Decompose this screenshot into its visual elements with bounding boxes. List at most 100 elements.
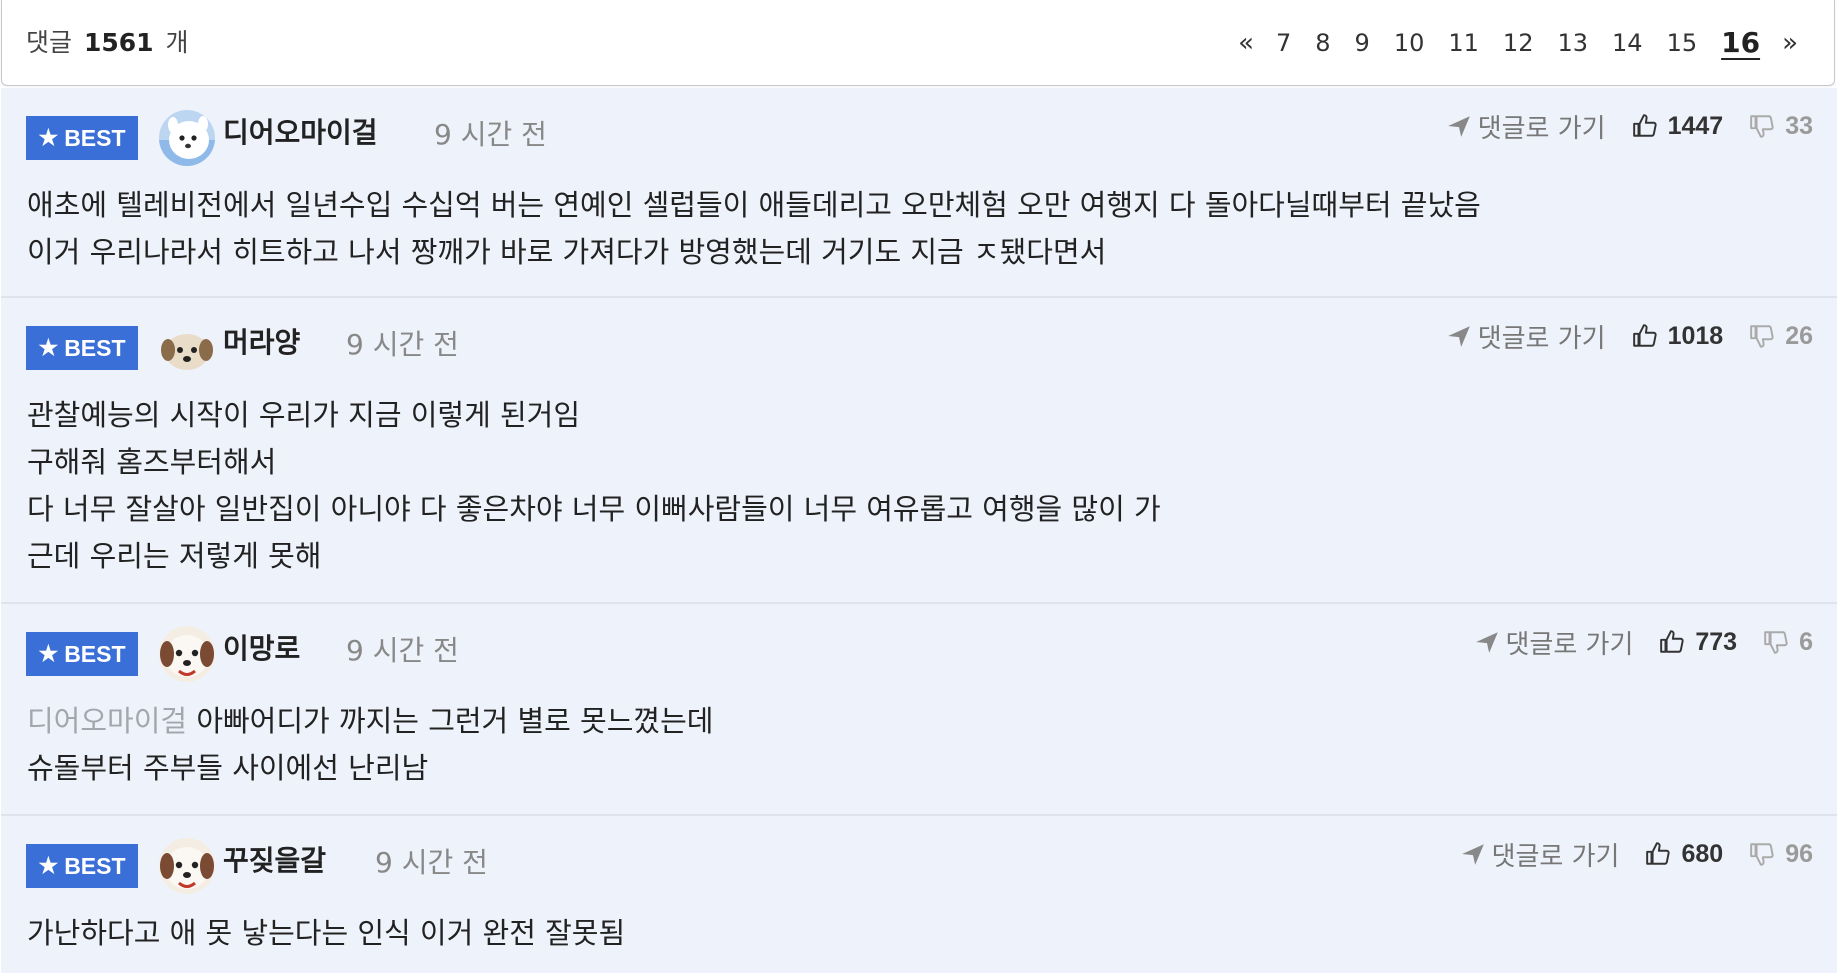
- best-badge-label: BEST: [64, 640, 126, 667]
- comment-text-line: 가난하다고 애 못 낳는다는 인식 이거 완전 잘못됨: [27, 916, 626, 950]
- thumbs-up-icon: [1632, 324, 1657, 347]
- star-icon: ★: [38, 641, 59, 666]
- comment-body: 관찰예능의 시작이 우리가 지금 이렇게 된거임 구해줘 홈즈부터해서 다 너무…: [27, 392, 1811, 580]
- comments-header: 댓글 1561 개 « 7 8 9 10 11 12 13 14 15 16 »: [1, 0, 1835, 86]
- comment-actions: 댓글로 가기 1018 26: [1446, 318, 1813, 354]
- page-12-link[interactable]: 12: [1491, 25, 1546, 61]
- avatar[interactable]: [159, 838, 215, 894]
- thumbs-up-icon: [1660, 630, 1684, 653]
- comment-text-line: 애초에 텔레비전에서 일년수입 수십억 버는 연예인 셀럽들이 애들데리고 오만…: [27, 188, 1481, 222]
- avatar[interactable]: [159, 320, 215, 376]
- avatar[interactable]: [159, 626, 215, 682]
- best-badge-label: BEST: [64, 124, 126, 151]
- send-arrow-icon: [1447, 116, 1470, 137]
- dislike-count: 33: [1785, 111, 1813, 140]
- comment-timestamp: 9 시간 전: [346, 328, 459, 361]
- puppy-avatar-icon: [159, 320, 215, 376]
- best-badge: ★ BEST: [26, 116, 138, 160]
- comment-text-line: 관찰예능의 시작이 우리가 지금 이렇게 된거임: [27, 398, 581, 432]
- like-count: 1447: [1667, 111, 1724, 140]
- pagination-prev-button[interactable]: «: [1228, 25, 1264, 61]
- comment-nickname[interactable]: 머라양: [223, 325, 300, 361]
- goto-comment-link[interactable]: 댓글로 가기: [1460, 836, 1620, 873]
- dislike-count: 6: [1799, 627, 1813, 656]
- page-16-current[interactable]: 16: [1709, 25, 1772, 61]
- comment-text-line: 근데 우리는 저렇게 못해: [27, 539, 322, 573]
- page-9-link[interactable]: 9: [1343, 25, 1382, 61]
- comment-body: 애초에 텔레비전에서 일년수입 수십억 버는 연예인 셀럽들이 애들데리고 오만…: [27, 182, 1811, 276]
- thumbs-up-icon: [1632, 114, 1657, 137]
- page-15-link[interactable]: 15: [1655, 25, 1710, 61]
- like-button[interactable]: 773: [1659, 628, 1737, 657]
- goto-comment-label: 댓글로 가기: [1491, 841, 1620, 872]
- thumbs-down-icon: [1750, 325, 1774, 348]
- send-arrow-icon: [1447, 326, 1470, 347]
- best-badge: ★ BEST: [26, 326, 138, 370]
- like-count: 773: [1695, 627, 1738, 656]
- dislike-count: 26: [1785, 321, 1813, 350]
- page-7-link[interactable]: 7: [1264, 25, 1303, 61]
- white-dog-avatar-icon: [159, 110, 215, 166]
- comment-body: 가난하다고 애 못 낳는다는 인식 이거 완전 잘못됨: [27, 910, 1811, 957]
- comment-nickname[interactable]: 꾸짖을갈: [223, 843, 326, 879]
- comment-item: ★ BEST 이망로 9 시간 전 댓글로 가기 773 6 디어오마이걸 아빠…: [1, 604, 1837, 816]
- avatar[interactable]: [159, 110, 215, 166]
- dislike-button[interactable]: 6: [1763, 628, 1813, 657]
- like-button[interactable]: 680: [1645, 840, 1723, 869]
- pagination-next-button[interactable]: »: [1772, 25, 1808, 61]
- dislike-button[interactable]: 96: [1749, 840, 1813, 869]
- comment-text-line: 슈돌부터 주부들 사이에선 난리남: [27, 751, 429, 785]
- best-badge: ★ BEST: [26, 844, 138, 888]
- comment-timestamp: 9 시간 전: [434, 118, 547, 151]
- goto-comment-link[interactable]: 댓글로 가기: [1474, 624, 1634, 661]
- page-11-link[interactable]: 11: [1436, 25, 1491, 61]
- star-icon: ★: [38, 335, 59, 360]
- comment-actions: 댓글로 가기 773 6: [1474, 624, 1813, 661]
- star-icon: ★: [38, 853, 59, 878]
- comment-item: ★ BEST 디어오마이걸 9 시간 전 댓글로 가기 1447 33 애초에 …: [1, 88, 1837, 298]
- page-14-link[interactable]: 14: [1600, 25, 1655, 61]
- goto-comment-link[interactable]: 댓글로 가기: [1446, 108, 1606, 145]
- goto-comment-label: 댓글로 가기: [1477, 323, 1606, 354]
- like-count: 680: [1681, 839, 1724, 868]
- comment-text-segment: 아빠어디가 까지는 그런거 별로 못느꼈는데: [196, 704, 714, 738]
- comment-count-prefix: 댓글: [26, 28, 73, 57]
- reply-mention-link[interactable]: 디어오마이걸: [27, 704, 187, 738]
- dislike-button[interactable]: 33: [1749, 112, 1813, 141]
- comment-count-suffix: 개: [165, 28, 189, 57]
- page-13-link[interactable]: 13: [1545, 25, 1600, 61]
- thumbs-down-icon: [1764, 631, 1788, 654]
- like-button[interactable]: 1018: [1632, 322, 1723, 351]
- like-button[interactable]: 1447: [1632, 111, 1724, 141]
- best-badge-label: BEST: [64, 334, 126, 361]
- comment-body: 디어오마이걸 아빠어디가 까지는 그런거 별로 못느꼈는데 슈돌부터 주부들 사…: [27, 698, 1811, 792]
- comment-nickname[interactable]: 이망로: [223, 631, 300, 667]
- goto-comment-label: 댓글로 가기: [1505, 629, 1634, 660]
- comment-count: 댓글 1561 개: [26, 25, 189, 61]
- star-icon: ★: [38, 125, 59, 150]
- comment-text-line: 구해줘 홈즈부터해서: [27, 445, 277, 479]
- goto-comment-link[interactable]: 댓글로 가기: [1446, 318, 1606, 355]
- dog-face-avatar-icon: [159, 838, 215, 894]
- comment-text-line: 디어오마이걸 아빠어디가 까지는 그런거 별로 못느꼈는데: [27, 698, 1811, 745]
- best-badge-label: BEST: [64, 852, 126, 879]
- comment-text-line: 이거 우리나라서 히트하고 나서 짱깨가 바로 가져다가 방영했는데 거기도 지…: [27, 235, 1107, 269]
- dislike-count: 96: [1785, 839, 1813, 868]
- comment-actions: 댓글로 가기 680 96: [1460, 836, 1813, 872]
- comments-section: 댓글 1561 개 « 7 8 9 10 11 12 13 14 15 16 »…: [0, 0, 1838, 973]
- comment-text-line: 다 너무 잘살아 일반집이 아니야 다 좋은차야 너무 이뻐사람들이 너무 여유…: [27, 492, 1161, 526]
- comment-actions: 댓글로 가기 1447 33: [1446, 108, 1813, 144]
- comment-nickname[interactable]: 디어오마이걸: [223, 115, 378, 151]
- comment-timestamp: 9 시간 전: [375, 846, 488, 879]
- pagination: « 7 8 9 10 11 12 13 14 15 16 »: [1228, 25, 1808, 61]
- thumbs-down-icon: [1750, 843, 1774, 866]
- thumbs-down-icon: [1750, 115, 1774, 138]
- comment-item: ★ BEST 꾸짖을갈 9 시간 전 댓글로 가기 680 96 가난하다고 애…: [1, 816, 1837, 973]
- dislike-button[interactable]: 26: [1749, 322, 1813, 351]
- page-8-link[interactable]: 8: [1303, 25, 1342, 61]
- send-arrow-icon: [1475, 632, 1498, 653]
- send-arrow-icon: [1461, 844, 1484, 865]
- goto-comment-label: 댓글로 가기: [1477, 113, 1606, 144]
- best-badge: ★ BEST: [26, 632, 138, 676]
- page-10-link[interactable]: 10: [1382, 25, 1437, 61]
